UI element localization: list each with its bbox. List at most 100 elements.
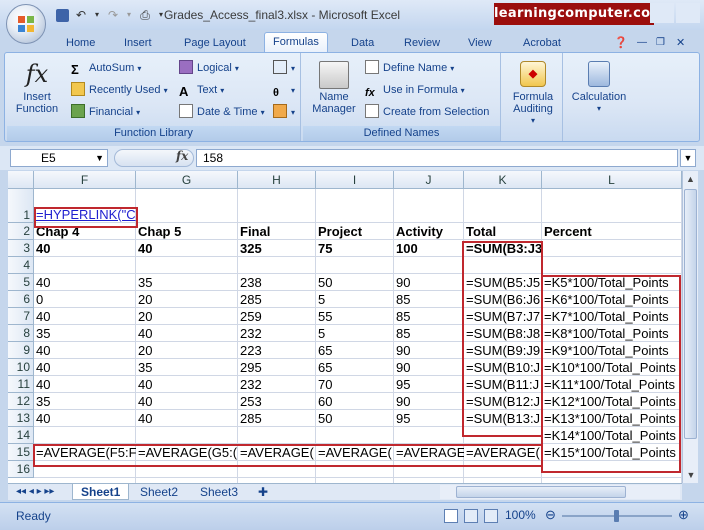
first-sheet-icon[interactable]: ◂◂ ◂ ▸ ▸▸ — [16, 484, 54, 500]
cell-j10[interactable]: 90 — [394, 359, 464, 376]
help-icon[interactable]: ❓ — [614, 34, 628, 52]
cell-j11[interactable]: 95 — [394, 376, 464, 393]
cell-f13[interactable]: 40 — [34, 410, 136, 427]
cell-h2[interactable]: Final — [238, 223, 316, 240]
horizontal-scrollbar[interactable] — [440, 485, 680, 499]
cell-f6[interactable]: 0 — [34, 291, 136, 308]
cell-i8[interactable]: 5 — [316, 325, 394, 342]
cell-g9[interactable]: 20 — [136, 342, 238, 359]
cell-j2[interactable]: Activity — [394, 223, 464, 240]
lookup-reference-button[interactable]: ▾ — [273, 59, 295, 77]
cell-h8[interactable]: 232 — [238, 325, 316, 342]
cell-g12[interactable]: 40 — [136, 393, 238, 410]
tab-view[interactable]: View — [468, 34, 492, 52]
cell-h9[interactable]: 223 — [238, 342, 316, 359]
logical-button[interactable]: Logical ▾ — [179, 59, 239, 77]
worksheet-grid[interactable]: F G H I J K L 1 2 3 4 5 6 7 8 9 10 11 12 13 14 15 16 =H… — [8, 171, 682, 483]
cell-g7[interactable]: 20 — [136, 308, 238, 325]
row-header-14[interactable]: 14 — [8, 427, 34, 444]
cell-f9[interactable]: 40 — [34, 342, 136, 359]
cell-h7[interactable]: 259 — [238, 308, 316, 325]
zoom-in-icon[interactable]: ⊕ — [678, 507, 689, 523]
cell-f10[interactable]: 40 — [34, 359, 136, 376]
cell-l2[interactable]: Percent — [542, 223, 682, 240]
sheet-tab-2[interactable]: Sheet2 — [134, 484, 184, 500]
scroll-thumb[interactable] — [684, 189, 697, 439]
cell-j3[interactable]: 100 — [394, 240, 464, 257]
cell-h6[interactable]: 285 — [238, 291, 316, 308]
cell-g2[interactable]: Chap 5 — [136, 223, 238, 240]
cell-h10[interactable]: 295 — [238, 359, 316, 376]
cell-j5[interactable]: 90 — [394, 274, 464, 291]
row-header-4[interactable]: 4 — [8, 257, 34, 274]
cell-i10[interactable]: 65 — [316, 359, 394, 376]
column-header-l[interactable]: L — [542, 171, 682, 189]
cell-j13[interactable]: 95 — [394, 410, 464, 427]
cell-f12[interactable]: 35 — [34, 393, 136, 410]
minimize-icon[interactable] — [650, 3, 674, 23]
date-time-button[interactable]: Date & Time ▾ — [179, 103, 265, 121]
row-header-10[interactable]: 10 — [8, 359, 34, 376]
cell-j6[interactable]: 85 — [394, 291, 464, 308]
column-header-j[interactable]: J — [394, 171, 464, 189]
row-header-1[interactable]: 1 — [8, 189, 34, 223]
scroll-up-icon[interactable]: ▲ — [683, 171, 698, 187]
cell-g3[interactable]: 40 — [136, 240, 238, 257]
cell-g13[interactable]: 40 — [136, 410, 238, 427]
cell-g8[interactable]: 40 — [136, 325, 238, 342]
row-header-15[interactable]: 15 — [8, 444, 34, 461]
cell-g6[interactable]: 20 — [136, 291, 238, 308]
cell-i13[interactable]: 50 — [316, 410, 394, 427]
sheet-tab-1[interactable]: Sheet1 — [72, 484, 130, 500]
row-header-3[interactable]: 3 — [8, 240, 34, 257]
tab-formulas[interactable]: Formulas — [264, 32, 328, 53]
tab-insert[interactable]: Insert — [124, 34, 152, 52]
vertical-scrollbar[interactable]: ▲ ▼ — [682, 171, 698, 483]
more-functions-button[interactable]: ▾ — [273, 103, 295, 121]
cell-i2[interactable]: Project — [316, 223, 394, 240]
column-header-k[interactable]: K — [464, 171, 542, 189]
zoom-level[interactable]: 100% — [505, 508, 536, 522]
cell-h12[interactable]: 253 — [238, 393, 316, 410]
expand-formula-bar-icon[interactable]: ▼ — [680, 149, 696, 167]
calculation-button[interactable]: Calculation ▾ — [569, 59, 629, 115]
tab-home[interactable]: Home — [66, 34, 95, 52]
cell-g11[interactable]: 40 — [136, 376, 238, 393]
cell-f7[interactable]: 40 — [34, 308, 136, 325]
cell-f11[interactable]: 40 — [34, 376, 136, 393]
scroll-down-icon[interactable]: ▼ — [683, 467, 699, 483]
sheet-tab-3[interactable]: Sheet3 — [194, 484, 244, 500]
zoom-thumb[interactable] — [614, 510, 619, 522]
tab-page-layout[interactable]: Page Layout — [184, 34, 246, 52]
column-header-g[interactable]: G — [136, 171, 238, 189]
cell-j7[interactable]: 85 — [394, 308, 464, 325]
cell-h13[interactable]: 285 — [238, 410, 316, 427]
math-trig-button[interactable]: θ ▾ — [273, 81, 295, 99]
cell-f3[interactable]: 40 — [34, 240, 136, 257]
cell-f5[interactable]: 40 — [34, 274, 136, 291]
cell-j9[interactable]: 90 — [394, 342, 464, 359]
cell-h3[interactable]: 325 — [238, 240, 316, 257]
row-header-12[interactable]: 12 — [8, 393, 34, 410]
cell-h5[interactable]: 238 — [238, 274, 316, 291]
ribbon-restore-icon[interactable]: ❐ — [656, 34, 665, 52]
tab-acrobat[interactable]: Acrobat — [523, 34, 561, 52]
cell-j12[interactable]: 90 — [394, 393, 464, 410]
define-name-button[interactable]: Define Name ▾ — [365, 59, 454, 77]
name-manager-button[interactable]: Name Manager — [309, 59, 359, 115]
financial-button[interactable]: Financial ▾ — [71, 103, 140, 121]
column-header-i[interactable]: I — [316, 171, 394, 189]
formula-input[interactable]: 158 — [196, 149, 678, 167]
cell-i9[interactable]: 65 — [316, 342, 394, 359]
cell-i5[interactable]: 50 — [316, 274, 394, 291]
autosum-button[interactable]: Σ AutoSum ▾ — [71, 59, 141, 77]
cell-k2[interactable]: Total — [464, 223, 542, 240]
row-header-16[interactable]: 16 — [8, 461, 34, 478]
recently-used-button[interactable]: Recently Used ▾ — [71, 81, 168, 99]
office-button[interactable] — [6, 4, 46, 44]
name-box[interactable]: E5 ▼ — [10, 149, 108, 167]
page-layout-view-icon[interactable] — [464, 509, 478, 523]
row-header-5[interactable]: 5 — [8, 274, 34, 291]
row-header-8[interactable]: 8 — [8, 325, 34, 342]
row-header-9[interactable]: 9 — [8, 342, 34, 359]
